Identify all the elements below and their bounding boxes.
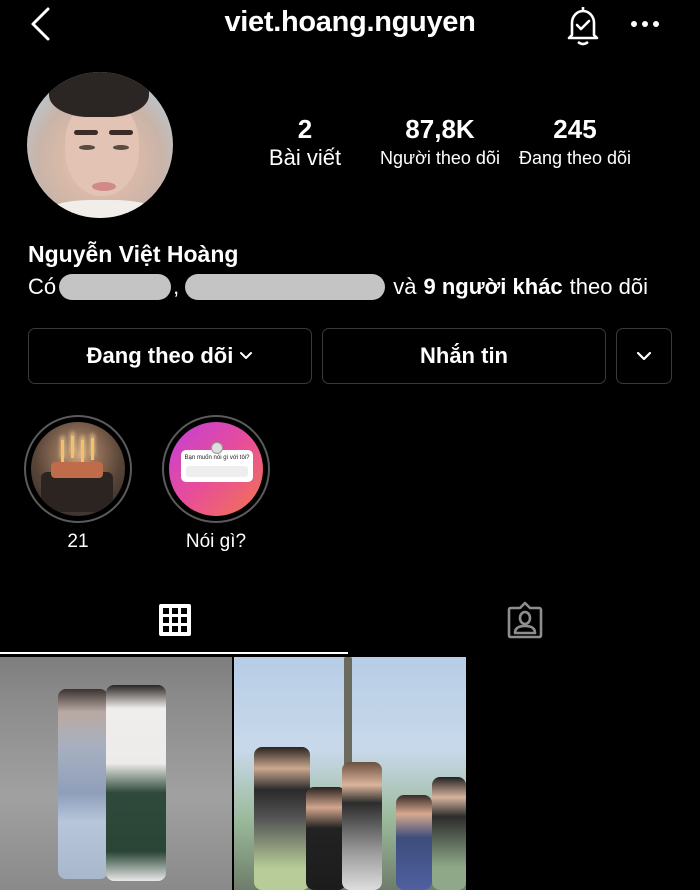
profile-avatar[interactable] [27, 72, 173, 218]
profile-stats: 2 Bài viết 87,8K Người theo dõi 245 Đang… [250, 113, 650, 183]
avatar-brow [109, 130, 133, 135]
avatar-brow [74, 130, 98, 135]
cake-top [51, 462, 103, 478]
message-button-label: Nhắn tin [420, 343, 508, 368]
question-card-text: Bạn muốn nói gì với tôi? [184, 455, 250, 461]
redacted-username [185, 274, 386, 300]
tab-tagged[interactable] [350, 596, 700, 654]
highlight-label: Nói gì? [185, 531, 247, 552]
highlight-ring [24, 415, 132, 523]
post-thumbnail[interactable] [0, 657, 232, 890]
stat-following[interactable]: 245 Đang theo dõi [510, 113, 640, 171]
avatar-lips [92, 182, 116, 191]
mutual-others-count: 9 người khác [423, 274, 563, 299]
post-person [306, 787, 346, 890]
story-highlight[interactable]: Bạn muốn nói gì với tôi? Nói gì? [162, 415, 270, 553]
stat-followers[interactable]: 87,8K Người theo dõi [375, 113, 505, 171]
highlight-ring: Bạn muốn nói gì với tôi? [162, 415, 270, 523]
post-person [58, 689, 108, 879]
highlight-cover-birthday-cake [31, 422, 125, 516]
mutual-separator: , [173, 274, 180, 299]
post-person [432, 777, 466, 890]
following-button-label: Đang theo dõi [86, 343, 234, 368]
candle [71, 436, 74, 458]
message-button[interactable]: Nhắn tin [322, 328, 606, 384]
bell-check-icon [567, 7, 599, 46]
more-horizontal-icon [631, 21, 659, 27]
post-person [106, 685, 166, 881]
post-person [254, 747, 310, 890]
avatar-shirt [47, 200, 157, 218]
cake-base [41, 472, 113, 512]
mutual-prefix: Có [28, 274, 57, 299]
post-person [396, 795, 432, 890]
avatar-eye [113, 145, 129, 150]
highlight-cover-question-sticker: Bạn muốn nói gì với tôi? [169, 422, 263, 516]
suggested-accounts-button[interactable] [616, 328, 672, 384]
candle [61, 440, 64, 462]
question-card-field [186, 466, 248, 477]
stat-following-value: 245 [553, 114, 597, 144]
following-button[interactable]: Đang theo dõi [28, 328, 312, 384]
chevron-down-icon [240, 352, 253, 359]
active-tab-indicator [0, 652, 348, 654]
chevron-down-icon [636, 351, 652, 361]
post-thumbnail[interactable] [234, 657, 466, 890]
stat-followers-value: 87,8K [405, 114, 475, 144]
more-options-button[interactable] [628, 14, 662, 34]
top-nav-bar: viet.hoang.nguyen [0, 0, 700, 50]
stat-posts[interactable]: 2 Bài viết [260, 113, 350, 171]
stat-posts-label: Bài viết [268, 145, 342, 170]
mutual-connector: và [393, 274, 417, 299]
redacted-username [59, 274, 172, 300]
stat-posts-value: 2 [297, 114, 313, 144]
tab-posts-grid[interactable] [0, 596, 350, 654]
tagged-person-icon [507, 601, 543, 639]
question-card-avatar [211, 442, 223, 454]
story-highlight[interactable]: 21 [24, 415, 132, 553]
question-card: Bạn muốn nói gì với tôi? [181, 450, 253, 482]
mutual-suffix: theo dõi [569, 274, 648, 299]
avatar-hair [49, 72, 149, 117]
profile-full-name: Nguyễn Việt Hoàng [28, 241, 239, 267]
stat-following-label: Đang theo dõi [518, 148, 632, 168]
avatar-eye [79, 145, 95, 150]
candle [91, 438, 94, 460]
highlight-label: 21 [67, 531, 89, 552]
post-person [342, 762, 382, 890]
grid-icon [159, 604, 191, 636]
notifications-button[interactable] [565, 4, 601, 46]
mutual-followers-line[interactable]: Có , và 9 người khác theo dõi [28, 274, 648, 300]
candle [81, 440, 84, 462]
stat-followers-label: Người theo dõi [380, 148, 500, 168]
